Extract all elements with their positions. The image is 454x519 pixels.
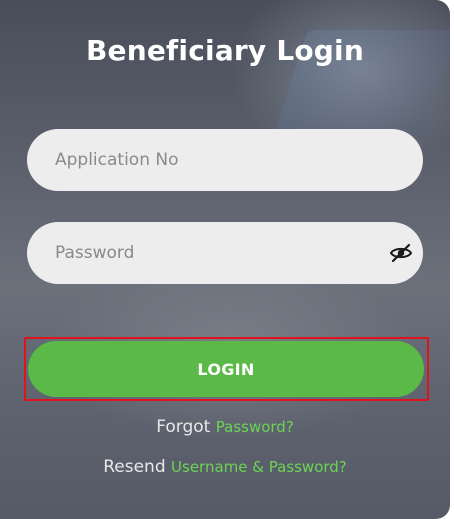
forgot-password-row: Forgot Password?: [0, 417, 450, 437]
resend-prefix: Resend: [103, 457, 166, 477]
password-input[interactable]: [53, 242, 363, 264]
forgot-password-link[interactable]: Password?: [216, 418, 294, 436]
password-field[interactable]: [27, 222, 423, 284]
eye-slash-icon[interactable]: [389, 241, 413, 265]
login-card: Beneficiary Login LOGIN Forgot Password?…: [0, 0, 450, 519]
resend-credentials-row: Resend Username & Password?: [0, 457, 450, 477]
forgot-prefix: Forgot: [156, 417, 211, 437]
page-title: Beneficiary Login: [86, 34, 364, 67]
application-no-input[interactable]: [53, 149, 363, 171]
login-button[interactable]: LOGIN: [28, 341, 424, 397]
application-no-field[interactable]: [27, 129, 423, 191]
resend-credentials-link[interactable]: Username & Password?: [171, 458, 347, 476]
